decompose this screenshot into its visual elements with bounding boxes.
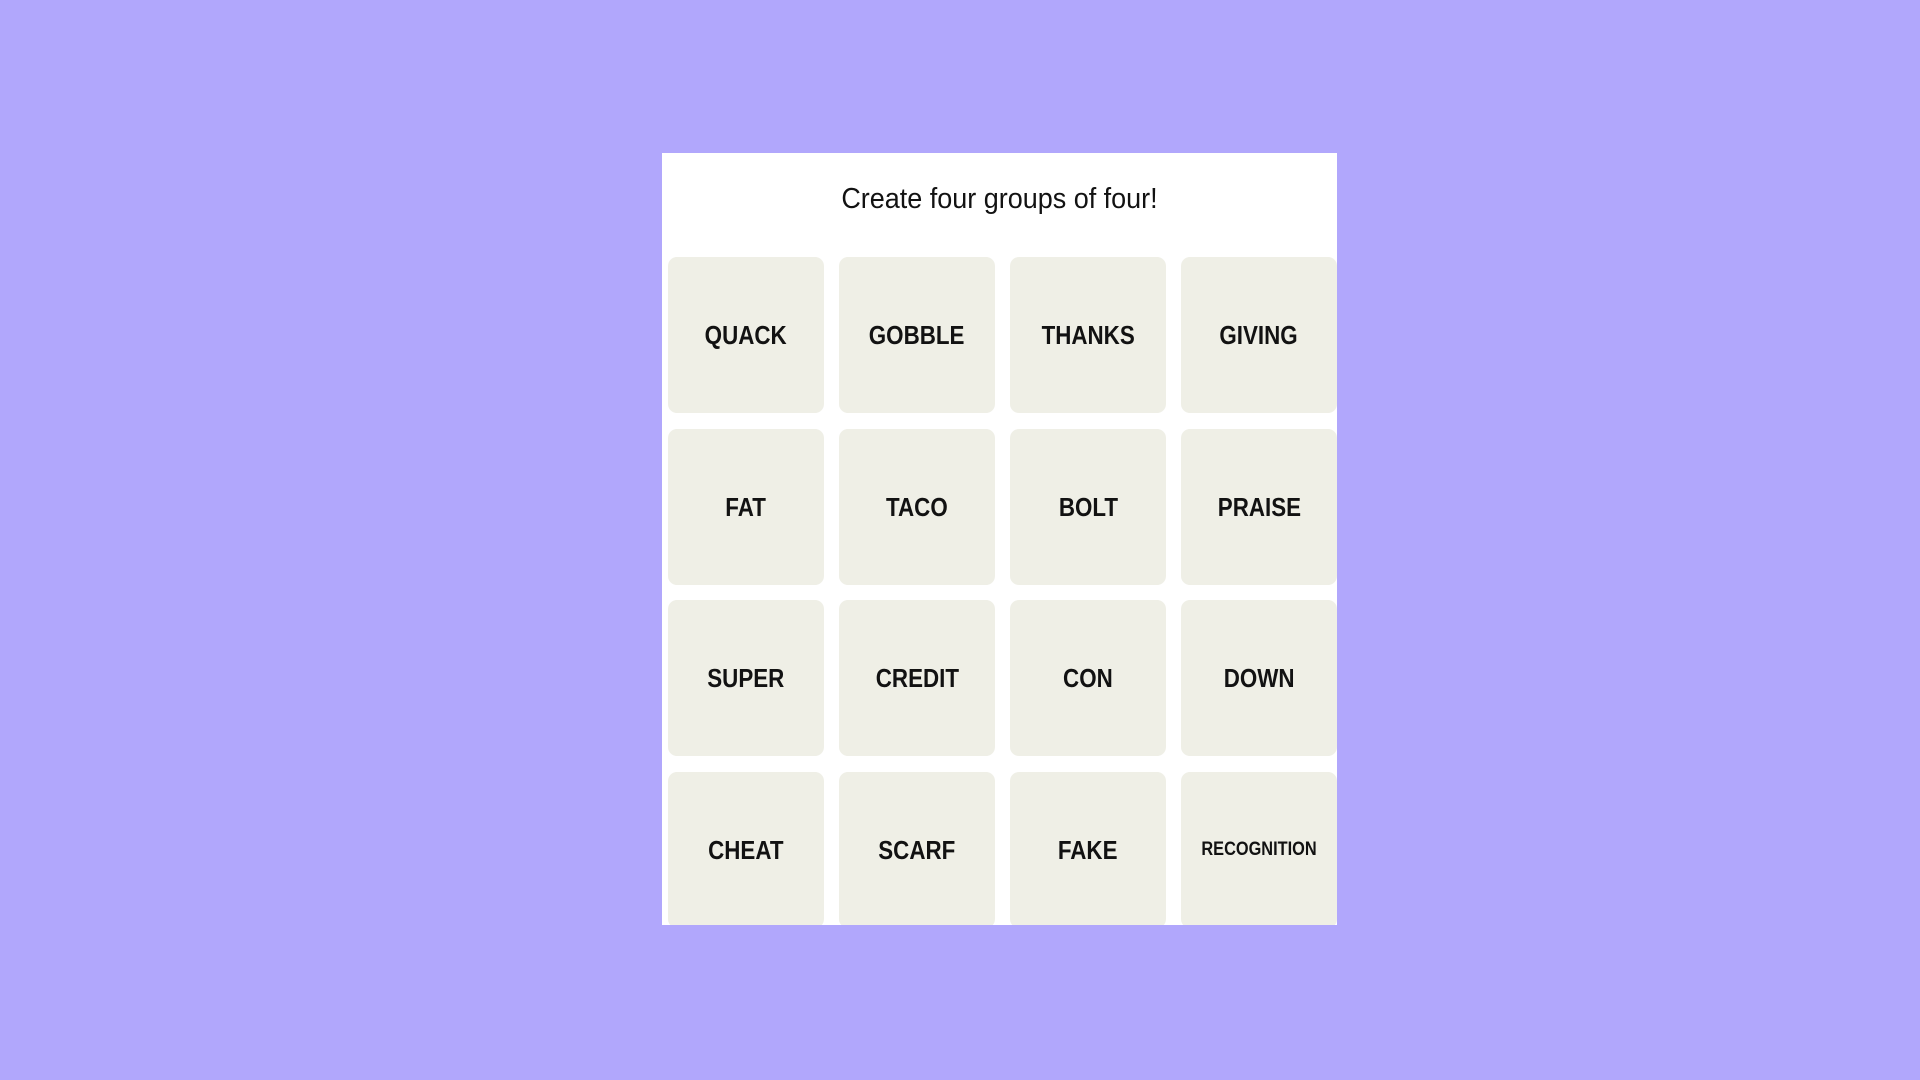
word-tile-label: PRAISE bbox=[1217, 491, 1301, 522]
game-instructions: Create four groups of four! bbox=[841, 183, 1158, 215]
word-tile-label: FAT bbox=[725, 491, 767, 522]
word-tile-label: CHEAT bbox=[708, 834, 784, 865]
word-tile-label: SUPER bbox=[707, 662, 785, 693]
word-tile-label: BOLT bbox=[1058, 491, 1118, 522]
word-tile[interactable]: SCARF bbox=[839, 772, 995, 925]
word-tile-label: TACO bbox=[886, 491, 948, 522]
word-tile-label: SCARF bbox=[878, 834, 956, 865]
word-tile[interactable]: CREDIT bbox=[839, 600, 995, 756]
word-tile[interactable]: QUACK bbox=[668, 257, 824, 413]
word-tile-label: CREDIT bbox=[875, 662, 959, 693]
game-board-panel: Create four groups of four! QUACK GOBBLE… bbox=[662, 153, 1337, 925]
word-tile[interactable]: FAT bbox=[668, 429, 824, 585]
word-tile[interactable]: CON bbox=[1010, 600, 1166, 756]
word-tile-label: RECOGNITION bbox=[1201, 839, 1317, 860]
word-tile-label: CON bbox=[1063, 662, 1113, 693]
word-tile-label: DOWN bbox=[1223, 662, 1295, 693]
word-tile[interactable]: SUPER bbox=[668, 600, 824, 756]
word-tile[interactable]: FAKE bbox=[1010, 772, 1166, 925]
word-tile[interactable]: DOWN bbox=[1181, 600, 1337, 756]
word-tile[interactable]: BOLT bbox=[1010, 429, 1166, 585]
word-tile[interactable]: GOBBLE bbox=[839, 257, 995, 413]
word-tile[interactable]: TACO bbox=[839, 429, 995, 585]
word-tile[interactable]: THANKS bbox=[1010, 257, 1166, 413]
word-tile[interactable]: PRAISE bbox=[1181, 429, 1337, 585]
word-tile-label: GIVING bbox=[1219, 319, 1299, 350]
word-tile-label: THANKS bbox=[1041, 319, 1135, 350]
word-tile[interactable]: GIVING bbox=[1181, 257, 1337, 413]
word-tile-label: QUACK bbox=[705, 319, 787, 350]
word-tile-label: GOBBLE bbox=[869, 319, 965, 350]
word-tile-label: FAKE bbox=[1058, 834, 1118, 865]
word-tile[interactable]: CHEAT bbox=[668, 772, 824, 925]
word-tile[interactable]: RECOGNITION bbox=[1181, 772, 1337, 925]
